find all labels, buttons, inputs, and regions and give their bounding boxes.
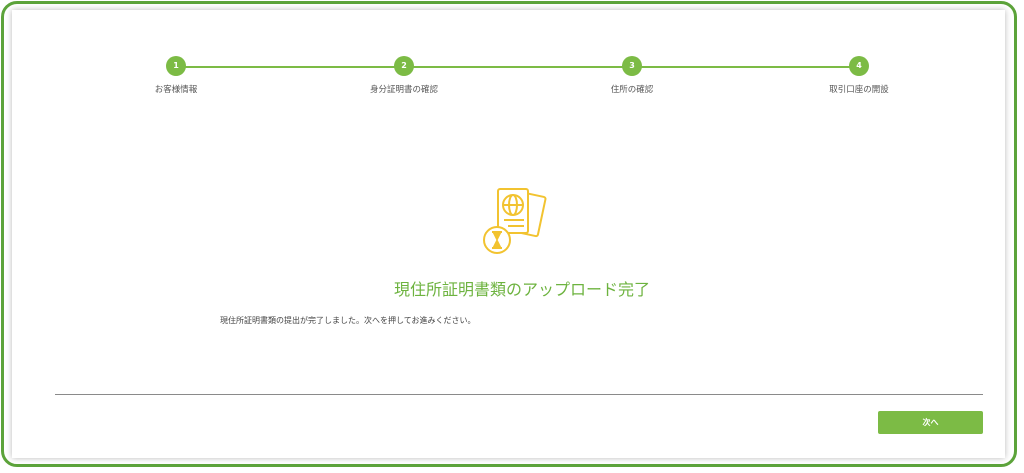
step-4-label: 取引口座の開設 [829, 85, 889, 95]
step-4-indicator: 4 [849, 56, 869, 76]
stepper-progress-line [176, 66, 861, 68]
next-button[interactable]: 次へ [878, 411, 983, 434]
step-2-indicator: 2 [394, 56, 414, 76]
step-1-indicator: 1 [166, 56, 186, 76]
step-3-label: 住所の確認 [610, 85, 654, 95]
step-number: 4 [856, 61, 862, 70]
passport-hourglass-icon [483, 188, 547, 254]
step-1-label: お客様情報 [154, 85, 198, 95]
divider [55, 394, 983, 395]
step-2-label: 身分証明書の確認 [369, 85, 438, 95]
step-number: 2 [401, 61, 407, 70]
page-title: 現住所証明書類のアップロード完了 [393, 280, 650, 299]
step-number: 3 [629, 61, 635, 70]
completion-message: 現住所証明書類の提出が完了しました。次へを押してお進みください。 [220, 316, 476, 325]
upload-complete-panel: 1 2 3 4 お客様情報 身分証明書の確認 住所の確認 取引口座の開設 現住所… [12, 10, 1005, 458]
step-3-indicator: 3 [622, 56, 642, 76]
step-number: 1 [173, 61, 179, 70]
